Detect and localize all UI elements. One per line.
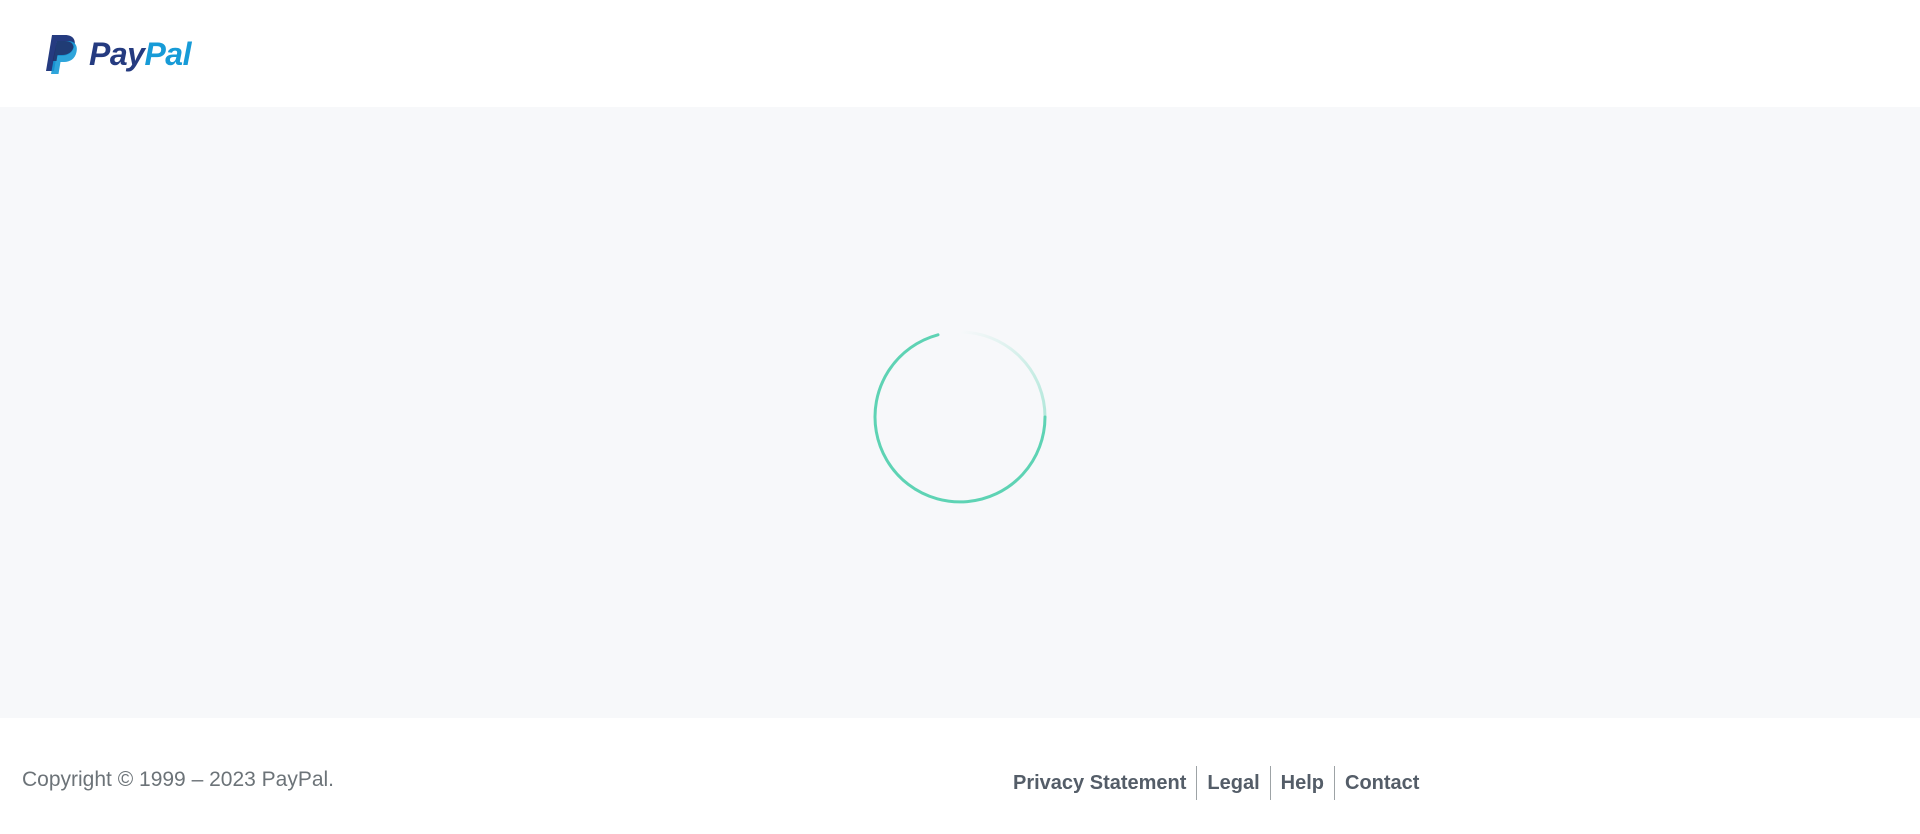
privacy-statement-link[interactable]: Privacy Statement [1003, 766, 1196, 800]
page-header: PayPal [0, 0, 1920, 107]
logo-text-pay: Pay [89, 36, 145, 72]
paypal-wordmark: PayPal [89, 38, 191, 70]
help-link[interactable]: Help [1271, 766, 1334, 800]
footer-links: Privacy Statement Legal Help Contact [1003, 766, 1429, 800]
contact-link[interactable]: Contact [1335, 766, 1429, 800]
page-footer: Copyright © 1999 – 2023 PayPal. Privacy … [0, 718, 1920, 834]
legal-link[interactable]: Legal [1197, 766, 1269, 800]
paypal-logo[interactable]: PayPal [43, 33, 191, 75]
copyright-text: Copyright © 1999 – 2023 PayPal. [22, 768, 335, 791]
main-content [0, 107, 1920, 718]
logo-text-pal: Pal [144, 36, 191, 72]
paypal-logo-icon [46, 35, 77, 74]
loading-spinner-icon [873, 330, 1047, 504]
